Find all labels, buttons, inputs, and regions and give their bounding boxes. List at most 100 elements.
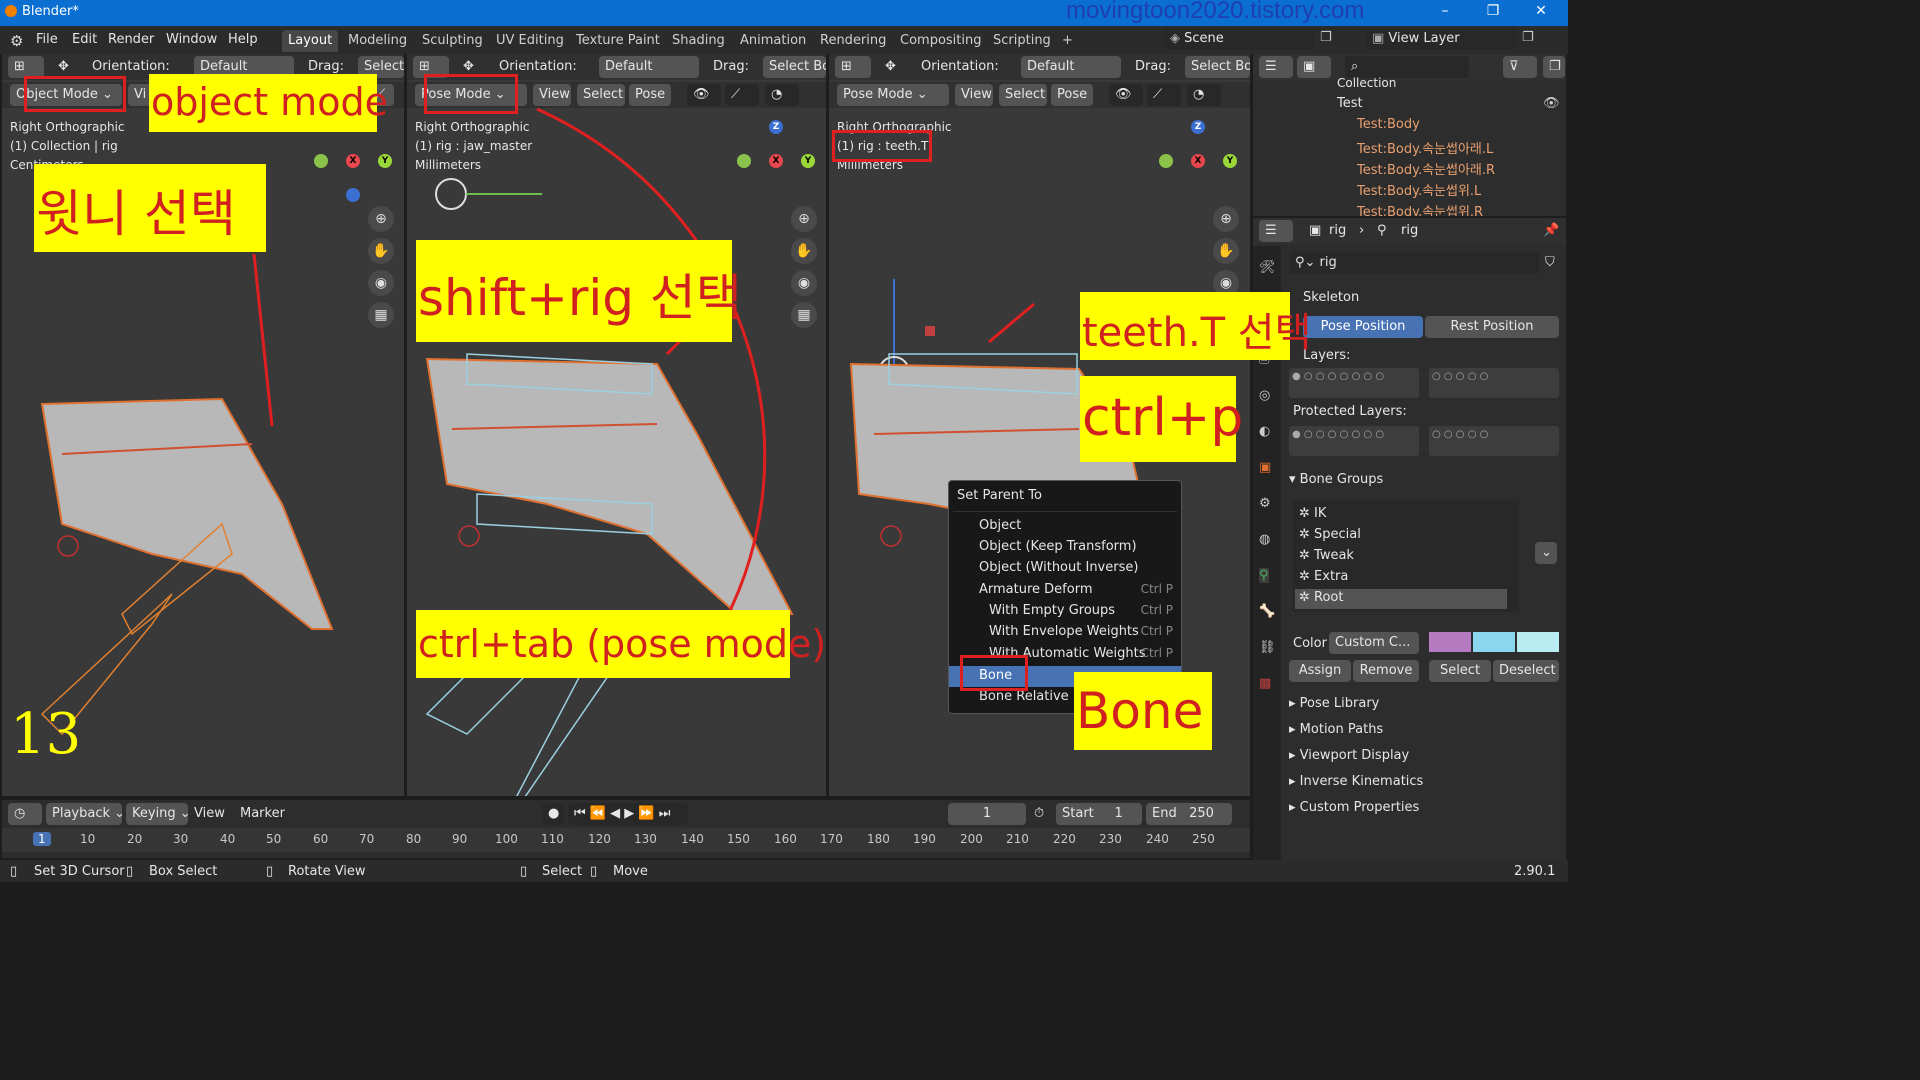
outliner-item-collection[interactable]: Collection xyxy=(1337,76,1396,90)
record-icon[interactable]: ● xyxy=(542,803,564,825)
menu-file[interactable]: File xyxy=(36,32,58,47)
color-set-dropdown[interactable]: Custom C... xyxy=(1329,632,1419,654)
tool-tab-icon[interactable]: 🛠 xyxy=(1259,260,1276,275)
deselect-button[interactable]: Deselect xyxy=(1493,660,1559,682)
bone-tab-icon[interactable]: 🦴 xyxy=(1259,604,1275,619)
menu-item-with-empty-groups[interactable]: With Empty Groups Ctrl P xyxy=(949,601,1181,622)
menu-edit[interactable]: Edit xyxy=(72,32,97,47)
tab-shading[interactable]: Shading xyxy=(666,30,731,52)
outliner-item-lash-upper-l[interactable]: Test:Body.속눈썹위.L xyxy=(1357,180,1481,199)
protected-layers-grid-1[interactable]: ● ○ ○ ○ ○ ○ ○ ○ xyxy=(1289,426,1419,456)
new-scene-icon[interactable]: ❐ xyxy=(1320,30,1332,45)
view-layer-selector[interactable]: ▣ View Layer xyxy=(1366,28,1516,50)
start-frame-field[interactable]: Start 1 xyxy=(1056,803,1142,825)
physics-tab-icon[interactable]: ◍ xyxy=(1259,532,1270,547)
constraint-tab-icon[interactable]: ⛓ xyxy=(1259,640,1276,655)
new-view-layer-icon[interactable]: ❐ xyxy=(1522,30,1534,45)
bone-group-tweak[interactable]: ✲ Tweak xyxy=(1299,548,1354,563)
color-swatch-normal[interactable] xyxy=(1429,632,1471,652)
outliner-item-lash-upper-r[interactable]: Test:Body.속눈썹위.R xyxy=(1357,201,1483,216)
outliner-item-lash-lower-r[interactable]: Test:Body.속눈썹아래.R xyxy=(1357,159,1495,178)
playback-menu[interactable]: Playback ⌄ xyxy=(46,803,122,825)
bone-group-special[interactable]: ✲ Special xyxy=(1299,527,1361,542)
tab-rendering[interactable]: Rendering xyxy=(814,30,892,52)
tab-sculpting[interactable]: Sculpting xyxy=(416,30,489,52)
playback-controls[interactable]: ⏮ ⏪ ◀ ▶ ⏩ ⏭ xyxy=(568,803,688,825)
tab-layout[interactable]: Layout xyxy=(282,30,339,52)
armature-data-name-field[interactable]: ⚲⌄ rig xyxy=(1289,252,1539,274)
pose-library-panel[interactable]: ▸ Pose Library xyxy=(1289,696,1379,711)
outliner-search-input[interactable]: ⌕ xyxy=(1345,56,1469,78)
new-collection-icon[interactable]: ❐ xyxy=(1543,56,1565,78)
bone-group-extra[interactable]: ✲ Extra xyxy=(1299,569,1348,584)
armature-data-tab-icon[interactable]: ⚲ xyxy=(1259,568,1269,583)
timeline-marker-menu[interactable]: Marker xyxy=(240,806,285,821)
scene-tab-icon[interactable]: ◐ xyxy=(1259,424,1270,439)
outliner-item-test[interactable]: Test xyxy=(1337,96,1363,111)
menu-item-object-keep-transform[interactable]: Object (Keep Transform) xyxy=(949,537,1181,558)
outliner-item-lash-lower-l[interactable]: Test:Body.속눈썹아래.L xyxy=(1357,138,1493,157)
color-swatch-active[interactable] xyxy=(1517,632,1559,652)
menu-item-with-envelope-weights[interactable]: With Envelope Weights Ctrl P xyxy=(949,622,1181,643)
menu-window[interactable]: Window xyxy=(166,32,217,47)
minimize-button[interactable]: – xyxy=(1434,3,1456,23)
pin-icon[interactable]: 📌 xyxy=(1543,223,1559,238)
properties-editor-type[interactable]: ☰ xyxy=(1259,220,1293,242)
timeline-view-menu[interactable]: View xyxy=(194,806,225,821)
breadcrumb-data[interactable]: rig xyxy=(1401,223,1418,238)
display-mode-button[interactable]: ▣ xyxy=(1297,56,1331,78)
outliner-editor-type[interactable]: ☰ xyxy=(1259,56,1293,78)
playhead-frame[interactable]: 1 xyxy=(33,832,51,846)
view-layer-tab-icon[interactable]: ◎ xyxy=(1259,388,1270,403)
tab-modeling[interactable]: Modeling xyxy=(342,30,413,52)
layers-grid-1[interactable]: ● ○ ○ ○ ○ ○ ○ ○ xyxy=(1289,368,1419,398)
end-frame-field[interactable]: End 250 xyxy=(1146,803,1232,825)
inverse-kinematics-panel[interactable]: ▸ Inverse Kinematics xyxy=(1289,774,1423,789)
bone-group-label: Root xyxy=(1314,590,1344,605)
menu-item-object-without-inverse[interactable]: Object (Without Inverse) xyxy=(949,558,1181,579)
menu-render[interactable]: Render xyxy=(108,32,154,47)
custom-properties-panel[interactable]: ▸ Custom Properties xyxy=(1289,800,1419,815)
pose-position-button[interactable]: Pose Position xyxy=(1303,316,1423,338)
layers-grid-2[interactable]: ○ ○ ○ ○ ○ xyxy=(1429,368,1559,398)
keying-menu[interactable]: Keying ⌄ xyxy=(126,803,188,825)
modifier-tab-icon[interactable]: ⚙ xyxy=(1259,496,1271,511)
viewport-display-panel[interactable]: ▸ Viewport Display xyxy=(1289,748,1409,763)
rest-position-button[interactable]: Rest Position xyxy=(1425,316,1559,338)
tab-texture-paint[interactable]: Texture Paint xyxy=(570,30,666,52)
add-workspace-button[interactable]: + xyxy=(1056,30,1079,52)
bone-groups-panel-header[interactable]: ▾ Bone Groups xyxy=(1289,472,1383,487)
maximize-button[interactable]: ❐ xyxy=(1482,3,1504,23)
tab-animation[interactable]: Animation xyxy=(734,30,812,52)
bone-group-menu-icon[interactable]: ⌄ xyxy=(1535,542,1557,564)
eye-icon[interactable]: 👁 xyxy=(1543,96,1560,111)
timeline-editor-type[interactable]: ◷ xyxy=(8,803,42,825)
tab-uv-editing[interactable]: UV Editing xyxy=(490,30,570,52)
bone-group-root[interactable]: ✲ Root xyxy=(1295,589,1507,609)
menu-item-armature-deform[interactable]: Armature Deform Ctrl P xyxy=(949,580,1181,601)
tab-compositing[interactable]: Compositing xyxy=(894,30,988,52)
menu-help[interactable]: Help xyxy=(228,32,258,47)
outliner-item-body[interactable]: Test:Body xyxy=(1357,117,1420,132)
texture-tab-icon[interactable]: ▩ xyxy=(1259,676,1271,691)
motion-paths-panel[interactable]: ▸ Motion Paths xyxy=(1289,722,1383,737)
breadcrumb-object[interactable]: rig xyxy=(1329,223,1346,238)
remove-button[interactable]: Remove xyxy=(1353,660,1419,682)
current-frame-field[interactable]: 1 xyxy=(948,803,1026,825)
skeleton-panel-header[interactable]: Skeleton xyxy=(1303,290,1359,305)
stopwatch-icon[interactable]: ⏱ xyxy=(1034,806,1044,821)
tab-scripting[interactable]: Scripting xyxy=(987,30,1057,52)
filter-icon[interactable]: ⊽ xyxy=(1503,56,1537,78)
select-button[interactable]: Select xyxy=(1429,660,1491,682)
viewport-2[interactable]: ⊞ ✥ Orientation: Default Drag: Select Bo… xyxy=(407,54,826,796)
close-button[interactable]: ✕ xyxy=(1530,3,1552,23)
blender-menu-icon[interactable]: ⚙ xyxy=(10,32,23,50)
color-swatch-select[interactable] xyxy=(1473,632,1515,652)
fake-user-shield-icon[interactable]: ⛉ xyxy=(1545,255,1555,270)
bone-group-ik[interactable]: ✲ IK xyxy=(1299,506,1326,521)
menu-item-object[interactable]: Object xyxy=(949,516,1181,537)
scene-selector[interactable]: ◈ Scene xyxy=(1164,28,1314,50)
assign-button[interactable]: Assign xyxy=(1289,660,1351,682)
protected-layers-grid-2[interactable]: ○ ○ ○ ○ ○ xyxy=(1429,426,1559,456)
object-tab-icon[interactable]: ▣ xyxy=(1259,460,1271,475)
